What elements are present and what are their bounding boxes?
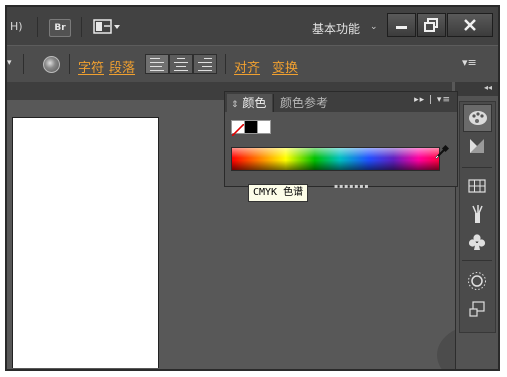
club-symbol-icon <box>468 234 485 250</box>
transform-icon <box>468 301 485 317</box>
paragraph-link[interactable]: 段落 <box>109 57 135 76</box>
dock-divider <box>462 167 492 168</box>
app-window: H) Br 基本功能 ⌄ ▾ 字符 段落 对齐 变换 ▾≡ ◂◂ ⇕ 颜色 颜色… <box>5 5 500 371</box>
restore-icon <box>424 18 438 32</box>
black-swatch[interactable] <box>244 120 258 134</box>
workspace-switcher[interactable]: 基本功能 <box>312 20 360 37</box>
transform-link[interactable]: 变换 <box>272 57 298 76</box>
eyedropper-icon <box>433 144 450 161</box>
none-slash-icon <box>231 123 245 137</box>
color-guide-icon <box>469 139 484 153</box>
align-right-button[interactable] <box>193 54 217 74</box>
spectrum-tooltip: CMYK 色谱 <box>248 184 309 202</box>
white-swatch[interactable] <box>257 120 271 134</box>
color-panel-tabs: ⇕ 颜色 颜色参考 ▸▸ | ▾≡ <box>225 92 457 112</box>
separator <box>23 54 24 74</box>
tab-color-label: 颜色 <box>242 96 267 110</box>
menu-help-fragment[interactable]: H) <box>10 20 23 33</box>
bridge-button[interactable]: Br <box>49 19 71 37</box>
minimize-button[interactable] <box>387 13 416 37</box>
control-bar: ▾ 字符 段落 对齐 变换 ▾≡ <box>7 45 498 82</box>
recolor-globe-icon[interactable] <box>43 56 60 73</box>
transform-panel-button[interactable] <box>463 296 490 322</box>
arrange-documents-button[interactable] <box>93 19 121 35</box>
application-bar: H) Br 基本功能 ⌄ <box>7 7 498 45</box>
separator <box>225 54 226 74</box>
appearance-panel-button[interactable] <box>463 268 490 294</box>
separator <box>69 54 70 74</box>
sun-appearance-icon <box>467 272 486 290</box>
dock-header: ◂◂ <box>455 82 498 96</box>
character-link[interactable]: 字符 <box>78 57 104 76</box>
separator <box>81 17 82 37</box>
tab-toggle-icon[interactable]: ⇕ <box>231 100 239 110</box>
layout-grid-icon <box>93 19 120 34</box>
minimize-icon <box>396 26 407 29</box>
collapse-dock-icon[interactable]: ◂◂ <box>484 83 492 92</box>
close-button[interactable] <box>447 13 493 37</box>
brushes-icon <box>471 205 483 223</box>
swatches-grid-icon <box>467 179 486 193</box>
close-icon <box>464 19 476 31</box>
brushes-panel-button[interactable] <box>463 201 490 227</box>
panel-options-menu-icon[interactable]: ▸▸ | ▾≡ <box>414 95 451 105</box>
tab-color[interactable]: ⇕ 颜色 <box>227 94 273 112</box>
color-panel: ⇕ 颜色 颜色参考 ▸▸ | ▾≡ <box>224 91 458 187</box>
symbols-panel-button[interactable] <box>463 229 490 255</box>
none-swatch[interactable] <box>231 120 245 137</box>
restore-button[interactable] <box>417 13 446 37</box>
swatches-panel-button[interactable] <box>463 173 490 199</box>
color-panel-button[interactable] <box>463 104 492 132</box>
control-panel-menu-icon[interactable]: ▾≡ <box>462 56 477 69</box>
tab-color-guide[interactable]: 颜色参考 <box>273 94 334 112</box>
dock-divider <box>462 260 492 261</box>
dropdown-arrow-icon[interactable]: ▾ <box>7 58 12 68</box>
color-guide-panel-button[interactable] <box>463 133 490 159</box>
panel-resize-grip[interactable]: ▪▪▪▪▪▪▪ <box>334 183 369 190</box>
workspace-arrow-icon[interactable]: ⌄ <box>370 22 378 32</box>
align-link[interactable]: 对齐 <box>234 57 260 76</box>
align-left-button[interactable] <box>145 54 169 74</box>
palette-icon <box>468 111 487 125</box>
separator <box>37 17 38 37</box>
cmyk-spectrum[interactable] <box>231 147 440 171</box>
align-center-button[interactable] <box>169 54 193 74</box>
artboard[interactable] <box>12 117 159 368</box>
